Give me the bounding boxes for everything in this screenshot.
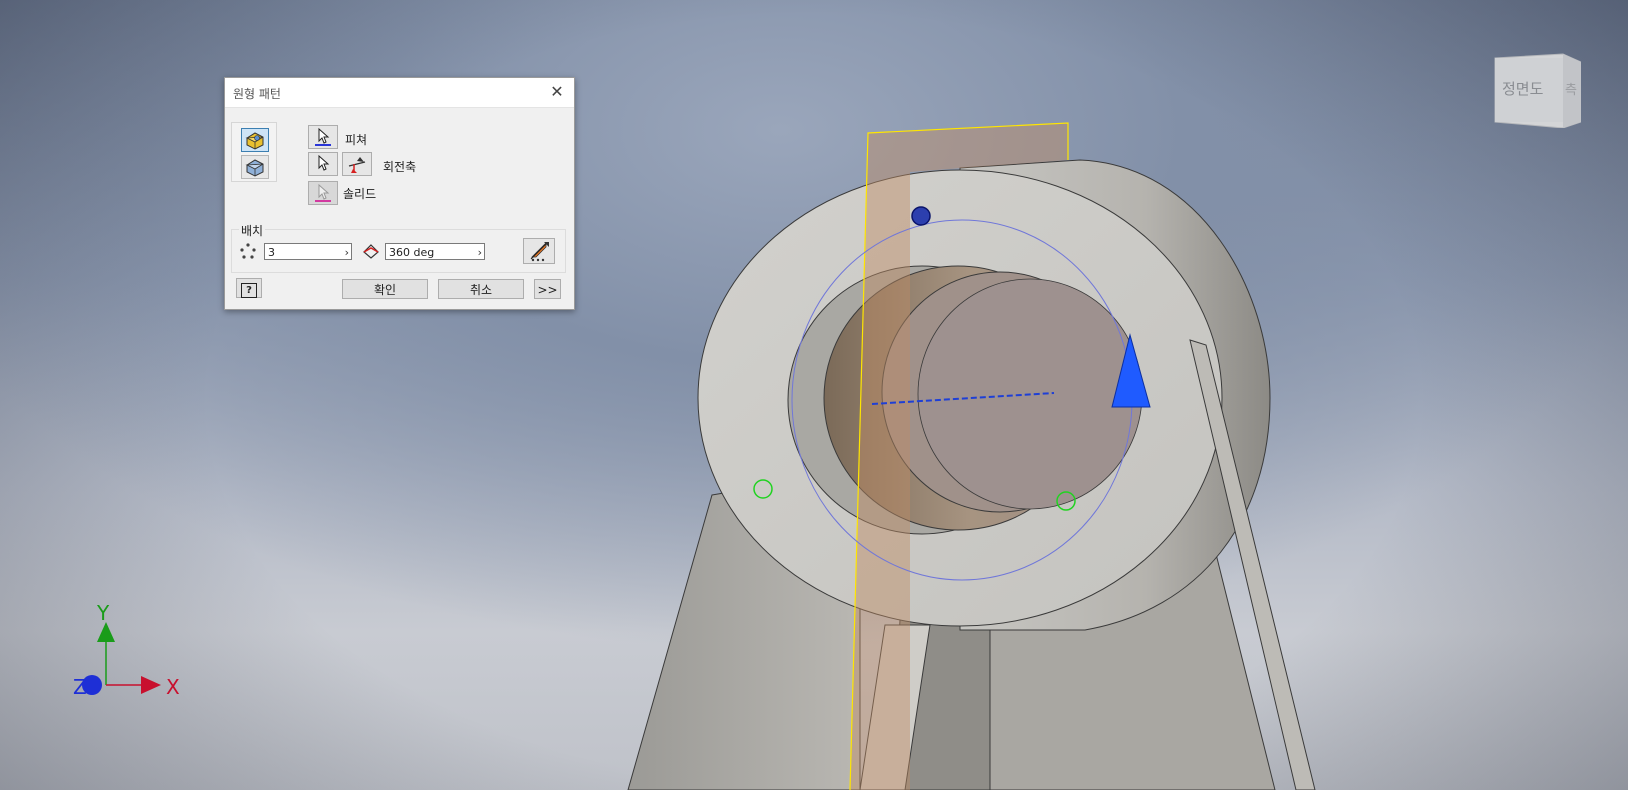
occurrence-count-input[interactable]: 3 › [264,243,352,260]
help-icon: ? [241,283,257,298]
circular-pattern-dialog: 원형 패턴 ✕ 피쳐 회전축 솔리드 배치 3 › 360 deg › ? 확인… [224,77,575,310]
solid-select-underline [315,200,331,202]
help-button[interactable]: ? [236,278,262,298]
viewcube-side-label: 측 [1565,83,1577,98]
viewcube-front-label: 정면도 [1502,80,1544,98]
occurrence-count-icon [240,243,256,259]
midplane-button[interactable] [523,238,555,264]
occurrence-angle-icon [363,244,379,259]
view-cube[interactable]: 정면도 측 [1493,52,1582,129]
ok-button[interactable]: 확인 [342,279,428,299]
axis-triad [82,622,161,695]
solid-mode-icon [245,159,264,177]
close-icon[interactable]: ✕ [548,83,566,101]
midplane-icon [530,242,549,262]
dialog-titlebar[interactable]: 원형 패턴 ✕ [225,78,574,108]
feature-select-underline [315,144,331,146]
cursor-arrow-icon [318,154,330,171]
chevron-right-icon[interactable]: › [478,244,482,261]
feature-select-button[interactable] [308,125,338,149]
pattern-mode-group [231,122,277,182]
triad-y-label: Y [96,601,110,625]
features-mode-icon [245,132,264,150]
triad-x-label: X [166,675,180,699]
chevron-right-icon[interactable]: › [345,244,349,261]
axis-select-button[interactable] [308,152,338,176]
pattern-solid-mode-button[interactable] [241,155,269,179]
more-options-button[interactable]: >> [534,279,561,299]
flip-axis-button[interactable] [342,152,372,176]
placement-label: 배치 [239,222,266,239]
pattern-features-mode-button[interactable] [241,128,269,152]
occurrence-angle-input[interactable]: 360 deg › [385,243,485,260]
cancel-button[interactable]: 취소 [438,279,524,299]
occurrence-count-value: 3 [268,246,275,259]
solid-select-button[interactable] [308,181,338,205]
dialog-title: 원형 패턴 [233,87,281,101]
solid-label: 솔리드 [343,187,377,201]
occurrence-angle-value: 360 deg [389,246,435,259]
triad-z-label: Z [73,675,87,699]
feature-label: 피쳐 [345,133,368,147]
flip-direction-icon [348,157,366,173]
feature-marker[interactable] [911,206,931,226]
axis-label: 회전축 [383,160,417,174]
